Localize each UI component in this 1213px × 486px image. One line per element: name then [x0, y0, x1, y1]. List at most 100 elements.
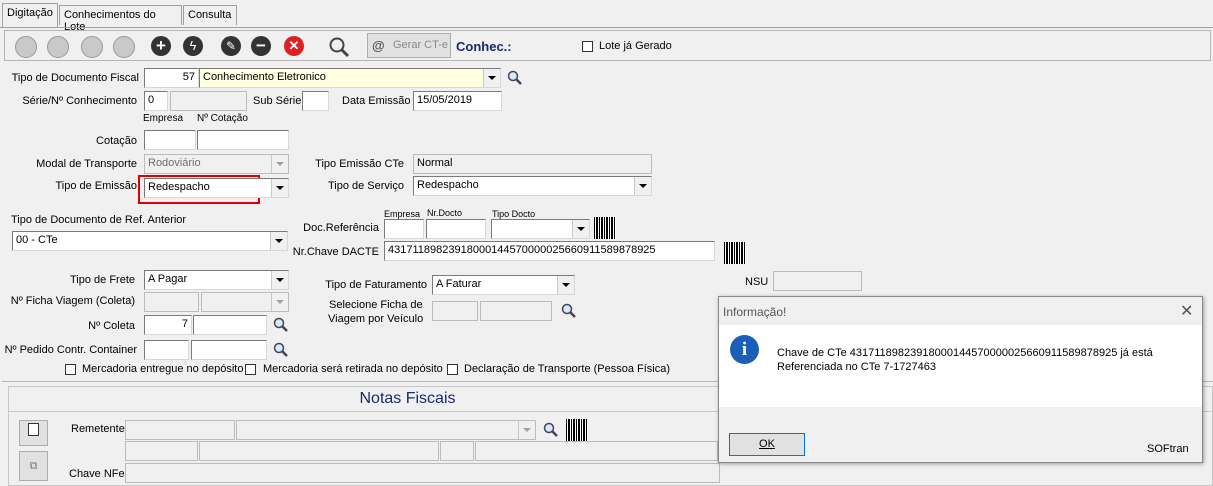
tipo-faturamento-value: A Faturar	[436, 278, 482, 290]
info-icon: i	[730, 335, 759, 364]
chevron-down-icon[interactable]	[271, 271, 288, 289]
copy-document-icon: ⧉	[29, 460, 38, 472]
coleta-field[interactable]: 7	[144, 315, 192, 335]
chevron-down-icon[interactable]	[271, 179, 288, 197]
dialog-message-line-2: Referenciada no CTe 7-1727463	[777, 361, 937, 373]
search-icon[interactable]	[328, 36, 350, 58]
nr-chave-field[interactable]: 4317118982391800014457000002566091158987…	[384, 241, 715, 261]
new-document-button[interactable]	[19, 420, 48, 446]
docref-tipodocto-sublabel: Tipo Docto	[492, 209, 536, 219]
tipo-doc-code-field[interactable]: 57	[144, 68, 199, 88]
barcode-icon[interactable]	[566, 419, 588, 441]
ficha-veiculo-field	[432, 301, 478, 321]
pedido-field-2[interactable]	[191, 340, 267, 360]
tab-digitacao[interactable]: Digitação	[2, 3, 58, 27]
ficha-viagem-field	[144, 292, 199, 312]
selecione-ficha-label-2: Viagem por Veículo	[328, 313, 424, 325]
tipo-faturamento-label: Tipo de Faturamento	[325, 279, 427, 291]
search-icon[interactable]	[561, 303, 577, 319]
chevron-down-icon[interactable]	[483, 69, 500, 87]
remetente-code-field	[125, 420, 235, 440]
cancel-icon[interactable]: ✕	[284, 36, 304, 56]
nsu-label: NSU	[745, 276, 769, 288]
close-icon[interactable]: ✕	[1180, 301, 1193, 321]
ficha-veiculo-field-2	[480, 301, 552, 321]
tipo-doc-select[interactable]: Conhecimento Eletronico	[199, 68, 501, 88]
deposito-checkbox[interactable]	[65, 364, 76, 375]
add-icon[interactable]: +	[151, 36, 171, 56]
sub-serie-field[interactable]	[302, 91, 329, 111]
pedido-field[interactable]	[144, 340, 189, 360]
data-emissao-field[interactable]: 15/05/2019	[413, 91, 502, 111]
chave-nfe-field	[125, 463, 720, 483]
next-record-icon[interactable]	[81, 36, 103, 58]
tipo-servico-select[interactable]: Redespacho	[413, 176, 652, 196]
ficha-viagem-select	[201, 292, 289, 312]
dialog-body: i Chave de CTe 4317118982391800014457000…	[719, 325, 1202, 407]
docref-tipodocto-select[interactable]	[491, 219, 590, 239]
declaracao-checkbox[interactable]	[447, 364, 458, 375]
coleta-label: Nº Coleta	[88, 320, 135, 332]
lote-gerado-checkbox[interactable]	[582, 41, 593, 52]
remetente-sub-field-2	[199, 441, 439, 461]
chevron-down-icon	[271, 293, 288, 311]
search-icon[interactable]	[273, 317, 289, 333]
search-icon[interactable]	[507, 70, 523, 86]
tipo-emissao-select[interactable]: Redespacho	[144, 178, 289, 198]
tipo-doc-ref-label: Tipo de Documento de Ref. Anterior	[11, 214, 187, 226]
edit-icon[interactable]: ✎	[221, 36, 241, 56]
previous-record-icon[interactable]	[47, 36, 69, 58]
n-cotacao-sublabel: Nº Cotação	[197, 113, 248, 124]
softran-brand: SOFtran	[1147, 443, 1189, 455]
lote-gerado-label: Lote já Gerado	[599, 40, 672, 52]
gerar-cte-button[interactable]: @ Gerar CT-e	[367, 33, 451, 58]
docref-empresa-field[interactable]	[384, 219, 424, 239]
remetente-select	[236, 420, 536, 440]
tipo-frete-value: A Pagar	[148, 273, 188, 285]
cotacao-label: Cotação	[96, 135, 137, 147]
chevron-down-icon[interactable]	[634, 177, 651, 195]
search-icon[interactable]	[543, 422, 559, 438]
retirada-checkbox[interactable]	[245, 364, 256, 375]
tipo-doc-ref-select[interactable]: 00 - CTe	[12, 231, 288, 251]
tipo-doc-label: Tipo de Documento Fiscal	[11, 72, 139, 84]
cotacao-numero-field[interactable]	[197, 130, 289, 150]
chevron-down-icon[interactable]	[557, 276, 574, 294]
tipo-faturamento-select[interactable]: A Faturar	[432, 275, 575, 295]
deposito-label: Mercadoria entregue no depósito	[82, 363, 244, 375]
tipo-frete-select[interactable]: A Pagar	[144, 270, 289, 290]
remetente-sub-field-1	[125, 441, 198, 461]
modal-value: Rodoviário	[148, 157, 201, 169]
doc-referencia-label: Doc.Referência	[303, 222, 379, 234]
pedido-label: Nº Pedido Contr. Container	[4, 344, 137, 356]
first-record-icon[interactable]	[15, 36, 37, 58]
nsu-field	[773, 271, 862, 291]
chevron-down-icon[interactable]	[572, 220, 589, 238]
barcode-icon[interactable]	[594, 217, 616, 239]
selecione-ficha-label-1: Selecione Ficha de	[329, 299, 423, 311]
sub-serie-label: Sub Série	[253, 95, 302, 107]
modal-select: Rodoviário	[144, 154, 289, 174]
search-icon[interactable]	[273, 342, 289, 358]
remove-icon[interactable]: −	[251, 36, 271, 56]
cte-logo-icon: @	[372, 38, 385, 53]
retirada-label: Mercadoria será retirada no depósito	[263, 363, 443, 375]
ok-button[interactable]: OK	[729, 433, 805, 456]
tab-consulta[interactable]: Consulta	[183, 5, 237, 25]
lightning-icon[interactable]: ϟ	[183, 36, 203, 56]
remetente-sub-field-3	[440, 441, 474, 461]
tipo-emissao-cte-field: Normal	[413, 154, 652, 174]
coleta-field-2[interactable]	[193, 315, 267, 335]
serie-field[interactable]: 0	[144, 91, 168, 111]
dialog-message-line-1: Chave de CTe 431711898239180001445700000…	[777, 347, 1153, 359]
tab-conhecimentos-lote[interactable]: Conhecimentos do Lote	[59, 5, 182, 33]
tipo-frete-label: Tipo de Frete	[69, 274, 135, 286]
last-record-icon[interactable]	[113, 36, 135, 58]
cotacao-empresa-field[interactable]	[144, 130, 196, 150]
remetente-label: Remetente	[71, 423, 125, 435]
barcode-icon[interactable]	[724, 242, 746, 264]
copy-document-button[interactable]: ⧉	[19, 451, 48, 481]
docref-nrdocto-field[interactable]	[426, 219, 486, 239]
tipo-emissao-value: Redespacho	[148, 181, 210, 193]
nr-chave-label: Nr.Chave DACTE	[292, 246, 379, 258]
